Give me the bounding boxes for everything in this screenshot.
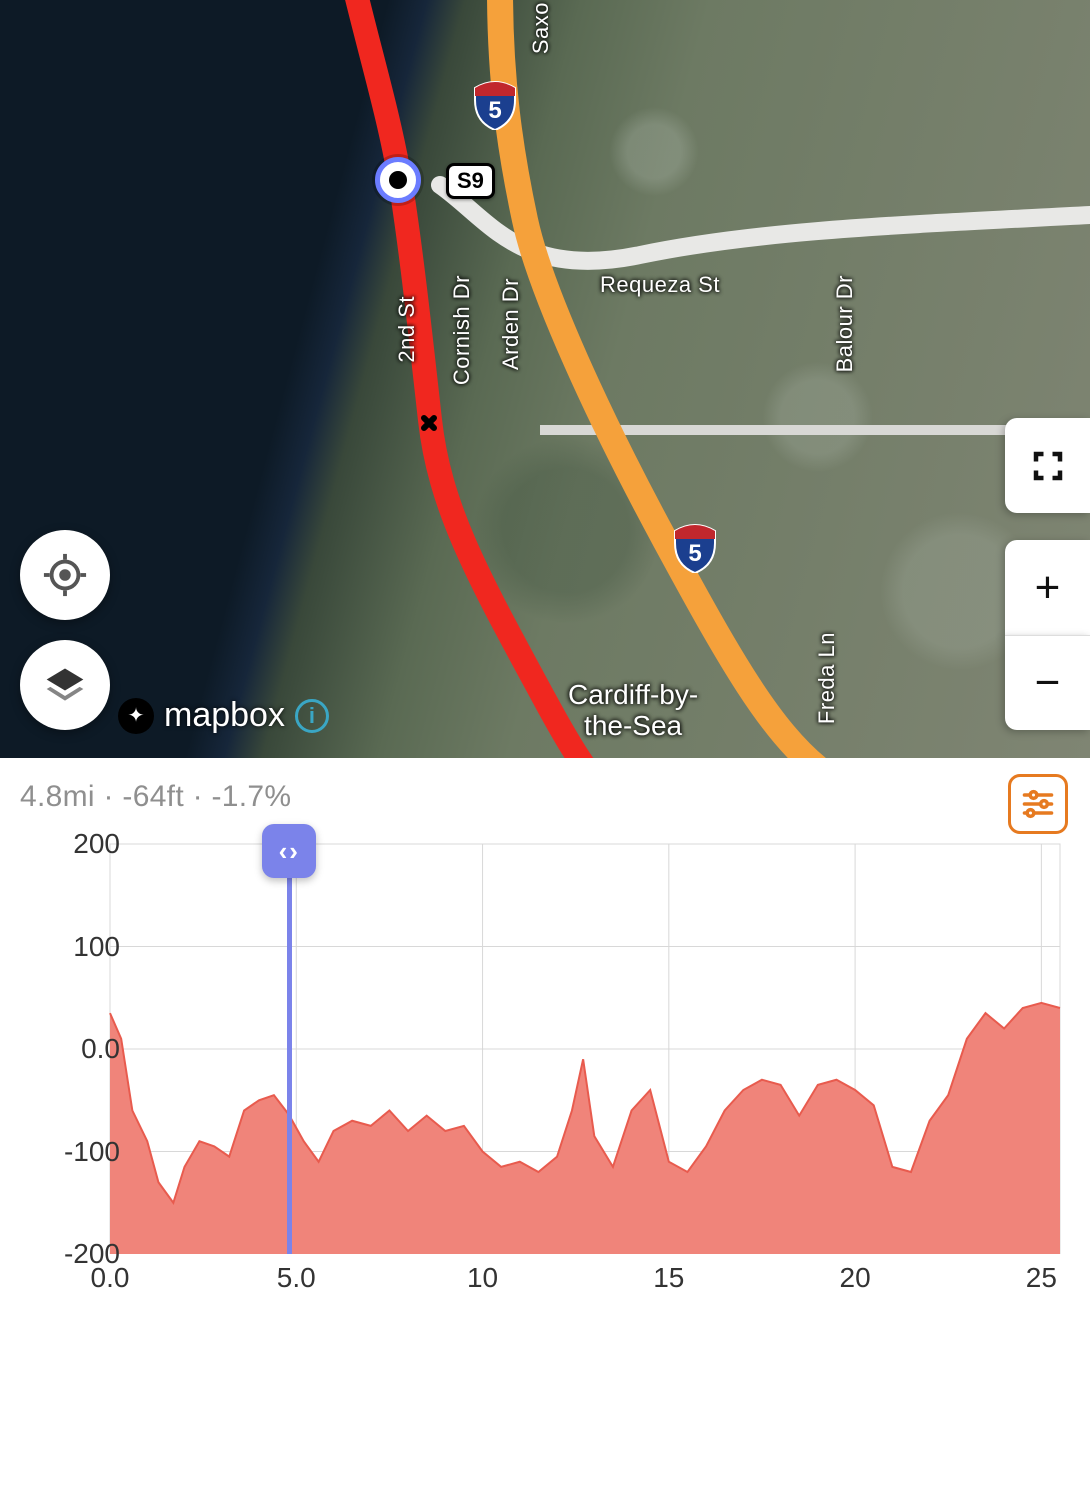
- elevation-readout: 4.8mi · -64ft · -1.7%: [20, 780, 1070, 814]
- locate-button[interactable]: [20, 530, 110, 620]
- chart-area: [20, 824, 1070, 1254]
- mapbox-logo-icon: ✦: [118, 698, 154, 734]
- attribution-info-icon[interactable]: i: [295, 699, 329, 733]
- y-tick-label: 100: [30, 931, 120, 963]
- y-tick-label: 0.0: [30, 1033, 120, 1065]
- readout-elevation: -64ft: [122, 780, 184, 813]
- interstate-shield: 5: [470, 80, 520, 130]
- zoom-in-button[interactable]: +: [1005, 540, 1090, 635]
- readout-grade: -1.7%: [212, 780, 292, 813]
- map-attribution[interactable]: ✦ mapbox i: [118, 696, 329, 735]
- street-label: Requeza St: [600, 272, 720, 298]
- street-label: Saxo: [528, 2, 554, 54]
- current-position-marker: [375, 157, 421, 203]
- place-label: Cardiff-by-the-Sea: [568, 680, 698, 742]
- x-tick-label: 15: [653, 1262, 684, 1294]
- street-label: Cornish Dr: [449, 275, 475, 385]
- x-tick-label: 0.0: [91, 1262, 130, 1294]
- x-tick-label: 25: [1026, 1262, 1057, 1294]
- readout-distance: 4.8mi: [20, 780, 95, 813]
- street-label: Arden Dr: [498, 278, 524, 370]
- map-geometry: [0, 0, 1090, 758]
- scrubber-handle-icon[interactable]: ‹›: [262, 824, 316, 878]
- x-tick-label: 5.0: [277, 1262, 316, 1294]
- chart-scrubber[interactable]: ‹›: [287, 844, 292, 1254]
- interstate-shield: 5: [670, 523, 720, 573]
- y-tick-label: -100: [30, 1136, 120, 1168]
- zoom-out-button[interactable]: −: [1005, 635, 1090, 730]
- elevation-chart[interactable]: 2001000.0-100-2000.05.010152025‹›: [20, 824, 1070, 1254]
- elevation-panel: 4.8mi · -64ft · -1.7% 2001000.0-100-2000…: [0, 758, 1090, 1500]
- street-label: Freda Ln: [814, 632, 840, 724]
- layers-button[interactable]: [20, 640, 110, 730]
- state-route-badge: S9: [446, 163, 495, 199]
- svg-text:5: 5: [688, 540, 701, 567]
- y-tick-label: 200: [30, 828, 120, 860]
- street-label: Balour Dr: [832, 275, 858, 372]
- x-tick-label: 20: [840, 1262, 871, 1294]
- x-tick-label: 10: [467, 1262, 498, 1294]
- svg-text:5: 5: [488, 97, 501, 124]
- map-view[interactable]: 5 5 S9 Saxo 2nd St Cornish Dr Arden Dr R…: [0, 0, 1090, 758]
- fullscreen-button[interactable]: [1005, 418, 1090, 513]
- map-provider-label: mapbox: [164, 696, 285, 735]
- street-label: 2nd St: [394, 296, 420, 363]
